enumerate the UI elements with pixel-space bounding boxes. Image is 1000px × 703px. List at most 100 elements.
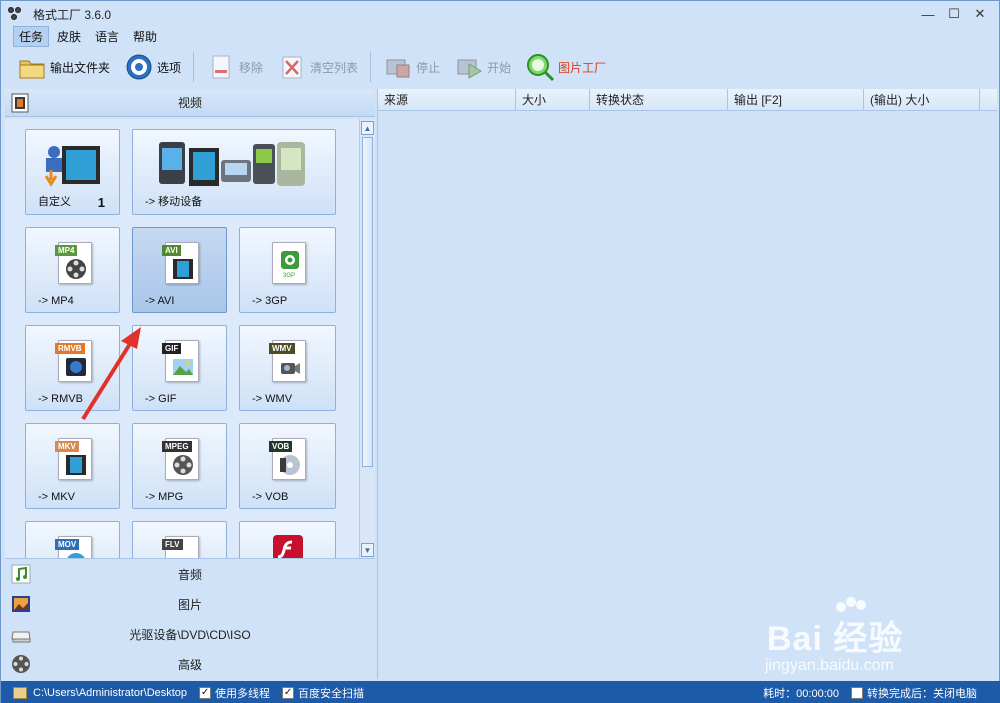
stop-label: 停止	[416, 60, 441, 75]
mpeg-badge: MPEG	[162, 441, 192, 452]
tile-3gp-label: -> 3GP	[252, 295, 288, 307]
film-reel-icon	[66, 259, 86, 279]
category-audio[interactable]: 音频	[5, 559, 375, 589]
mp4-file-icon: MP4	[55, 242, 92, 284]
clear-list-button[interactable]: 清空列表	[273, 50, 362, 84]
stop-button[interactable]: 停止	[379, 50, 444, 84]
category-video[interactable]: 视频	[5, 89, 375, 117]
remove-button[interactable]: 移除	[202, 50, 267, 84]
baidu-scan-checkbox[interactable]: ✓	[282, 686, 295, 699]
column-output[interactable]: 输出 [F2]	[728, 89, 864, 111]
scroll-down-icon[interactable]: ▼	[361, 543, 374, 557]
toolbar: 输出文件夹 选项 移除 清空列表 停止 开始 图片工厂	[1, 47, 999, 87]
film-strip-icon	[66, 455, 86, 475]
mobile-devices-icon	[159, 142, 305, 186]
app-window: 格式工厂 3.6.0 — ☐ ✕ 任务 皮肤 语言 帮助 输出文件夹 选项 移除…	[0, 0, 1000, 703]
window-title: 格式工厂 3.6.0	[33, 7, 112, 22]
tile-mpg-label: -> MPG	[145, 491, 184, 503]
tile-mp4-label: -> MP4	[38, 295, 74, 307]
film-strip-icon	[173, 259, 193, 279]
multithread-label: 使用多线程	[215, 687, 271, 700]
tile-3gp[interactable]: 3GP -> 3GP	[239, 227, 336, 313]
tile-mov[interactable]: MOV	[25, 521, 120, 558]
start-button[interactable]: 开始	[450, 50, 515, 84]
scroll-thumb[interactable]	[362, 137, 373, 467]
tile-flv[interactable]: FLV	[132, 521, 227, 558]
tile-avi-label: -> AVI	[145, 295, 175, 307]
wmv-badge: WMV	[269, 343, 295, 354]
tile-mobile-device[interactable]: -> 移动设备	[132, 129, 336, 215]
after-done-checkbox[interactable]: ✓	[851, 687, 863, 699]
tile-custom[interactable]: 自定义 1	[25, 129, 120, 215]
flash-icon	[273, 535, 303, 558]
menu-task[interactable]: 任务	[13, 26, 50, 47]
category-video-label: 视频	[177, 96, 202, 110]
category-picture[interactable]: 图片	[5, 589, 375, 619]
elapsed-time: 耗时：00:00:00	[763, 688, 839, 700]
custom-video-icon	[44, 146, 100, 187]
category-rom[interactable]: 光驱设备\DVD\CD\ISO	[5, 619, 375, 649]
window-controls: — ☐ ✕	[915, 5, 993, 23]
magnifier-icon	[525, 52, 555, 82]
grid-scrollbar[interactable]: ▲ ▼	[359, 119, 375, 558]
column-output-size[interactable]: (输出) 大小	[864, 89, 980, 111]
mov-badge: MOV	[55, 539, 80, 550]
tile-wmv-label: -> WMV	[252, 393, 293, 405]
output-folder-button[interactable]: 输出文件夹	[13, 50, 114, 84]
watermark-brand: Bai 经验	[767, 620, 904, 658]
tile-mpg[interactable]: MPEG -> MPG	[132, 423, 227, 509]
task-list: 来源 大小 转换状态 输出 [F2] (输出) 大小	[377, 89, 997, 679]
folder-icon	[13, 686, 27, 699]
output-path: C:\Users\Administrator\Desktop	[33, 686, 188, 699]
remove-label: 移除	[239, 60, 264, 75]
tile-wmv[interactable]: WMV -> WMV	[239, 325, 336, 411]
tile-custom-count: 1	[97, 195, 105, 210]
tile-avi[interactable]: AVI -> AVI	[132, 227, 227, 313]
title-bar: 格式工厂 3.6.0 — ☐ ✕	[1, 1, 999, 27]
tile-mkv[interactable]: MKV -> MKV	[25, 423, 120, 509]
flv-file-icon: FLV	[162, 536, 199, 558]
vob-badge: VOB	[269, 441, 293, 452]
quicktime-icon	[67, 553, 85, 558]
3gp-badge: 3GP	[283, 273, 296, 279]
category-list: 音频 图片 光驱设备\DVD\CD\ISO 高级	[5, 559, 375, 679]
remove-icon	[206, 52, 236, 82]
clear-list-label: 清空列表	[310, 60, 359, 75]
menu-help[interactable]: 帮助	[127, 26, 163, 47]
close-button[interactable]: ✕	[967, 5, 993, 23]
maximize-button[interactable]: ☐	[941, 5, 967, 23]
avi-file-icon: AVI	[162, 242, 199, 284]
column-size[interactable]: 大小	[516, 89, 590, 111]
status-right: 耗时：00:00:00 ✓ 转换完成后：关闭电脑	[763, 685, 977, 701]
options-button[interactable]: 选项	[120, 50, 185, 84]
tile-swf[interactable]	[239, 521, 336, 558]
vob-file-icon: VOB	[269, 438, 306, 480]
tile-vob[interactable]: VOB -> VOB	[239, 423, 336, 509]
picture-factory-label: 图片工厂	[558, 60, 607, 75]
tile-mp4[interactable]: MP4 -> MP4	[25, 227, 120, 313]
minimize-button[interactable]: —	[915, 5, 941, 23]
film-reel-icon	[173, 455, 193, 475]
menu-skin[interactable]: 皮肤	[51, 26, 87, 47]
camcorder-icon	[281, 363, 300, 374]
menu-language[interactable]: 语言	[89, 26, 125, 47]
toolbar-separator	[193, 52, 195, 82]
multithread-checkbox[interactable]: ✓	[199, 686, 212, 699]
baidu-watermark: Bai 经验 jingyan.baidu.com	[761, 597, 971, 687]
status-bar: C:\Users\Administrator\Desktop ✓ 使用多线程 ✓…	[1, 681, 1000, 703]
picture-icon	[173, 359, 193, 375]
format-grid: 自定义 1 -> 移动设备 MP4 -> MP4 AVI -> AVI 3GP …	[5, 119, 375, 559]
picture-factory-button[interactable]: 图片工厂	[521, 50, 610, 84]
scroll-up-icon[interactable]: ▲	[361, 121, 374, 135]
stop-icon	[383, 52, 413, 82]
tile-vob-label: -> VOB	[252, 491, 289, 503]
column-source[interactable]: 来源	[378, 89, 516, 111]
toolbar-separator	[370, 52, 372, 82]
category-advanced-label: 高级	[177, 657, 202, 672]
category-advanced[interactable]: 高级	[5, 649, 375, 679]
watermark-url: jingyan.baidu.com	[765, 657, 894, 674]
column-status[interactable]: 转换状态	[590, 89, 728, 111]
avi-badge: AVI	[162, 245, 181, 256]
gif-file-icon: GIF	[162, 340, 199, 382]
gif-badge: GIF	[162, 343, 182, 354]
